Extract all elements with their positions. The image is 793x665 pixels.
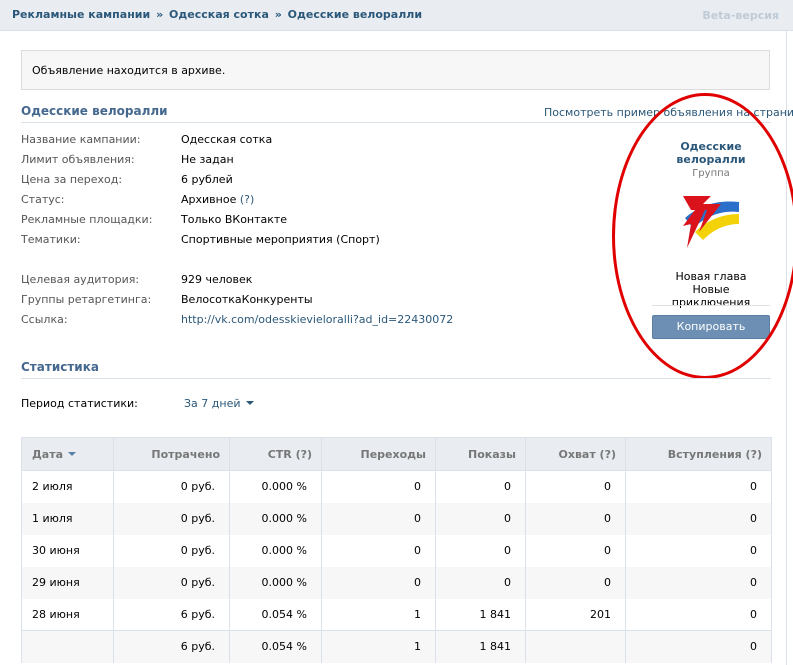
table-header-row: Дата Потрачено CTR (?) Переходы Показы О… bbox=[21, 437, 772, 471]
table-row: 1 июля 0 руб. 0.000 % 0 0 0 0 bbox=[21, 502, 772, 535]
cell-ctr: 0.054 % bbox=[229, 598, 322, 631]
breadcrumb-separator: » bbox=[156, 8, 164, 21]
cell-clicks: 0 bbox=[321, 470, 436, 503]
col-spent[interactable]: Потрачено bbox=[113, 437, 230, 471]
breadcrumb: Рекламные кампании » Одесская сотка » Од… bbox=[12, 8, 422, 21]
prop-label: Статус: bbox=[21, 193, 65, 206]
prop-label: Ссылка: bbox=[21, 313, 68, 326]
cell-impressions: 0 bbox=[435, 566, 526, 599]
period-label: Период статистики: bbox=[21, 397, 138, 410]
cell-reach: 0 bbox=[525, 502, 626, 535]
cell-ctr: 0.000 % bbox=[229, 534, 322, 567]
table-row: 2 июля 0 руб. 0.000 % 0 0 0 0 bbox=[21, 470, 772, 503]
col-ctr[interactable]: CTR (?) bbox=[229, 437, 322, 471]
cell-date bbox=[21, 630, 114, 663]
prop-value: Одесская сотка bbox=[181, 133, 273, 146]
prop-label: Лимит объявления: bbox=[21, 153, 135, 166]
beta-label[interactable]: Beta-версия bbox=[702, 9, 779, 22]
col-clicks[interactable]: Переходы bbox=[321, 437, 436, 471]
cell-ctr: 0.054 % bbox=[229, 630, 322, 663]
prop-label: Тематики: bbox=[21, 233, 81, 246]
cell-spent: 0 руб. bbox=[113, 502, 230, 535]
prop-value: Архивное (?) bbox=[181, 193, 254, 206]
cell-date: 28 июня bbox=[21, 598, 114, 631]
cell-impressions: 0 bbox=[435, 470, 526, 503]
prop-value: 929 человек bbox=[181, 273, 253, 286]
cell-reach bbox=[525, 630, 626, 663]
prop-value: Не задан bbox=[181, 153, 234, 166]
col-date[interactable]: Дата bbox=[21, 437, 114, 471]
ad-title: Одесские велоралли bbox=[21, 104, 168, 118]
prop-label: Группы ретаргетинга: bbox=[21, 293, 152, 306]
cell-impressions: 0 bbox=[435, 502, 526, 535]
status-value: Архивное bbox=[181, 193, 237, 206]
chevron-down-icon bbox=[245, 401, 254, 405]
cell-joins: 0 bbox=[625, 566, 772, 599]
cell-joins: 0 bbox=[625, 598, 772, 631]
cell-date: 1 июля bbox=[21, 502, 114, 535]
prop-value: Спортивные мероприятия (Спорт) bbox=[181, 233, 380, 246]
prop-value: ВелосоткаКонкуренты bbox=[181, 293, 313, 306]
sort-down-icon bbox=[68, 451, 77, 456]
cell-ctr: 0.000 % bbox=[229, 470, 322, 503]
prop-label: Целевая аудитория: bbox=[21, 273, 140, 286]
annotation-oval bbox=[612, 93, 793, 379]
breadcrumb-campaign[interactable]: Одесская сотка bbox=[169, 8, 269, 21]
col-impressions[interactable]: Показы bbox=[435, 437, 526, 471]
cell-reach: 0 bbox=[525, 566, 626, 599]
col-date-label: Дата bbox=[32, 447, 64, 461]
cell-impressions: 0 bbox=[435, 534, 526, 567]
prop-value: 6 рублей bbox=[181, 173, 233, 186]
col-reach[interactable]: Охват (?) bbox=[525, 437, 626, 471]
cell-reach: 201 bbox=[525, 598, 626, 631]
ad-url-link[interactable]: http://vk.com/odesskievieloralli?ad_id=2… bbox=[181, 313, 453, 326]
col-joins[interactable]: Вступления (?) bbox=[625, 437, 772, 471]
cell-date: 30 июня bbox=[21, 534, 114, 567]
cell-ctr: 0.000 % bbox=[229, 566, 322, 599]
cell-clicks: 0 bbox=[321, 502, 436, 535]
prop-label: Название кампании: bbox=[21, 133, 141, 146]
cell-clicks: 0 bbox=[321, 566, 436, 599]
breadcrumb-separator: » bbox=[274, 8, 282, 21]
cell-clicks: 1 bbox=[321, 630, 436, 663]
table-row: 29 июня 0 руб. 0.000 % 0 0 0 0 bbox=[21, 566, 772, 599]
cell-reach: 0 bbox=[525, 470, 626, 503]
cell-joins: 0 bbox=[625, 630, 772, 663]
cell-reach: 0 bbox=[525, 534, 626, 567]
section-divider bbox=[21, 378, 771, 379]
cell-spent: 0 руб. bbox=[113, 566, 230, 599]
cell-date: 2 июля bbox=[21, 470, 114, 503]
stats-table: Дата Потрачено CTR (?) Переходы Показы О… bbox=[21, 437, 772, 663]
cell-clicks: 1 bbox=[321, 598, 436, 631]
prop-value: Только ВКонтакте bbox=[181, 213, 288, 226]
cell-impressions: 1 841 bbox=[435, 630, 526, 663]
period-dropdown[interactable]: За 7 дней bbox=[184, 397, 254, 410]
table-row: 30 июня 0 руб. 0.000 % 0 0 0 0 bbox=[21, 534, 772, 567]
top-bar: Рекламные кампании » Одесская сотка » Од… bbox=[0, 0, 793, 31]
cell-joins: 0 bbox=[625, 534, 772, 567]
cell-spent: 0 руб. bbox=[113, 470, 230, 503]
cell-ctr: 0.000 % bbox=[229, 502, 322, 535]
cell-joins: 0 bbox=[625, 470, 772, 503]
prop-label: Рекламные площадки: bbox=[21, 213, 153, 226]
cell-clicks: 0 bbox=[321, 534, 436, 567]
cell-impressions: 1 841 bbox=[435, 598, 526, 631]
cell-joins: 0 bbox=[625, 502, 772, 535]
breadcrumb-campaigns[interactable]: Рекламные кампании bbox=[12, 8, 150, 21]
table-row: 28 июня 6 руб. 0.054 % 1 1 841 201 0 bbox=[21, 598, 772, 631]
stats-title: Статистика bbox=[21, 360, 99, 374]
cell-spent: 0 руб. bbox=[113, 534, 230, 567]
cell-date: 29 июня bbox=[21, 566, 114, 599]
cell-spent: 6 руб. bbox=[113, 598, 230, 631]
cell-spent: 6 руб. bbox=[113, 630, 230, 663]
prop-label: Цена за переход: bbox=[21, 173, 123, 186]
status-help-link[interactable]: (?) bbox=[240, 193, 254, 206]
period-value: За 7 дней bbox=[184, 397, 241, 410]
table-total-row: 6 руб. 0.054 % 1 1 841 0 bbox=[21, 630, 772, 663]
breadcrumb-ad: Одесские велоралли bbox=[287, 8, 423, 21]
archive-notice: Объявление находится в архиве. bbox=[21, 50, 770, 90]
